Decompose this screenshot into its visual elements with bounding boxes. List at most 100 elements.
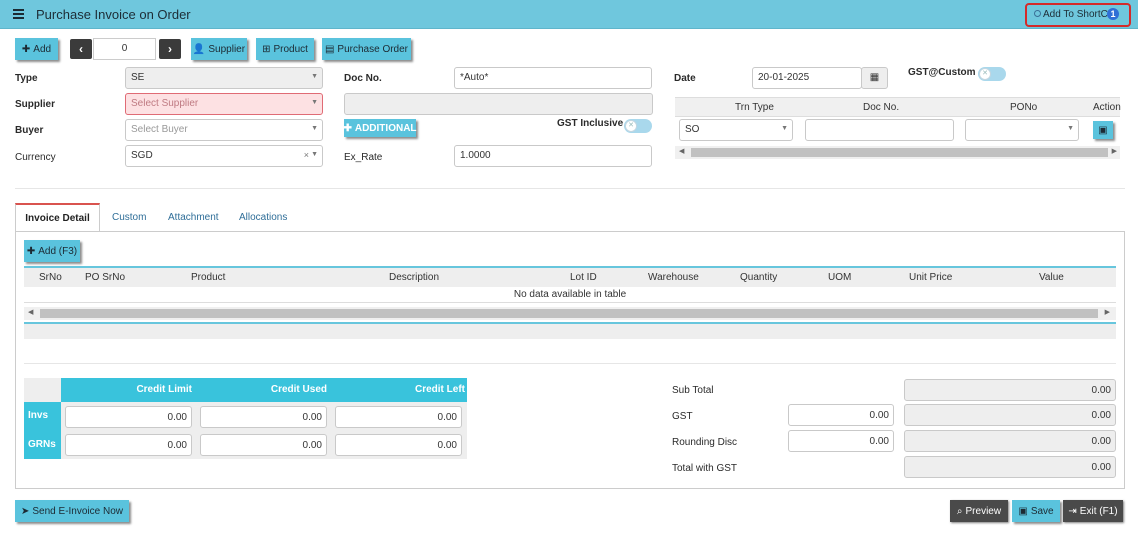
floppy-disk-icon: ▣ (1098, 124, 1108, 136)
sub-total-label: Sub Total (672, 385, 714, 396)
col-trn-type: Trn Type (735, 102, 774, 113)
scroll-right-icon[interactable]: ▶ (1112, 147, 1117, 155)
type-label: Type (15, 73, 38, 84)
col-value: Value (1039, 272, 1064, 283)
exit-button[interactable]: ⇥ Exit (F1) (1063, 500, 1123, 522)
product-button-label: Product (273, 43, 308, 55)
tab-allocations[interactable]: Allocations (239, 203, 287, 232)
add-detail-button[interactable]: ✚ Add (F3) (24, 240, 80, 262)
currency-label: Currency (15, 152, 56, 163)
send-einvoice-button[interactable]: ➤ Send E-Invoice Now (15, 500, 129, 522)
invs-credit-left[interactable]: 0.00 (335, 406, 462, 428)
purchase-order-button[interactable]: ▤ Purchase Order (322, 38, 411, 60)
currency-select[interactable]: SGD × ▼ (125, 145, 323, 167)
buyer-label: Buyer (15, 125, 44, 136)
floppy-disk-icon: ▣ (1018, 505, 1028, 517)
supplier-button[interactable]: 👤 Supplier (191, 38, 247, 60)
previous-record-button[interactable]: ‹ (70, 39, 92, 59)
type-select[interactable]: SE ▼ (125, 67, 323, 89)
col-warehouse: Warehouse (648, 272, 699, 283)
doc-no-label: Doc No. (344, 73, 382, 84)
pono-select[interactable]: ▼ (965, 119, 1079, 141)
hamburger-menu-icon[interactable] (13, 9, 24, 19)
add-to-shortcut-button[interactable]: Add To ShortCut 1 (1025, 3, 1131, 27)
sub-total-value: 0.00 (904, 379, 1116, 401)
credit-limit-header: Credit Limit (61, 378, 194, 402)
detail-table-footer (24, 322, 1116, 339)
grns-credit-limit[interactable]: 0.00 (65, 434, 192, 456)
credit-left-header: Credit Left (329, 378, 467, 402)
gst-custom-toggle[interactable]: ✕ (978, 67, 1006, 81)
credit-corner (24, 378, 61, 402)
invs-credit-limit[interactable]: 0.00 (65, 406, 192, 428)
supplier-info-field (344, 93, 653, 115)
supplier-placeholder: Select Supplier (131, 98, 199, 109)
detail-table-scrollbar[interactable]: ◀ ▶ (24, 307, 1116, 320)
total-with-gst-label: Total with GST (672, 463, 738, 474)
rounding-disc-input[interactable]: 0.00 (788, 430, 894, 452)
col-product: Product (191, 272, 226, 283)
grns-credit-left[interactable]: 0.00 (335, 434, 462, 456)
gst-label: GST (672, 411, 693, 422)
chevron-down-icon: ▼ (1067, 125, 1074, 132)
title-bar: Purchase Invoice on Order Add To ShortCu… (0, 0, 1138, 29)
add-button[interactable]: ✚ Add (15, 38, 58, 60)
tab-attachment[interactable]: Attachment (168, 203, 219, 232)
close-icon: ✕ (979, 68, 991, 80)
sign-out-icon: ⇥ (1068, 505, 1077, 517)
plus-icon: ✚ (343, 122, 352, 134)
gst-input[interactable]: 0.00 (788, 404, 894, 426)
plus-icon: ✚ (26, 245, 36, 257)
scroll-left-icon[interactable]: ◀ (28, 308, 33, 316)
preview-label: Preview (965, 505, 1002, 517)
buyer-select[interactable]: Select Buyer ▼ (125, 119, 323, 141)
chevron-down-icon: ▼ (311, 125, 318, 132)
col-doc-no: Doc No. (863, 102, 900, 113)
trn-type-value: SO (685, 124, 700, 135)
ref-doc-no-input[interactable] (805, 119, 954, 141)
save-button[interactable]: ▣ Save (1012, 500, 1060, 522)
col-pono: PONo (1010, 102, 1038, 113)
supplier-label: Supplier (15, 99, 56, 110)
user-icon: 👤 (192, 43, 206, 55)
grns-credit-used[interactable]: 0.00 (200, 434, 327, 456)
calendar-icon: ▦ (869, 72, 880, 83)
gst-inclusive-toggle[interactable]: ✕ (624, 119, 652, 133)
save-row-button[interactable]: ▣ (1093, 121, 1113, 139)
clear-icon[interactable]: × (304, 150, 309, 160)
scroll-right-icon[interactable]: ▶ (1105, 308, 1110, 316)
tab-invoice-detail[interactable]: Invoice Detail (15, 203, 100, 232)
tab-custom[interactable]: Custom (112, 203, 146, 232)
calendar-button[interactable]: ▦ (861, 67, 888, 89)
col-uom: UOM (828, 272, 852, 283)
record-number-input[interactable]: 0 (93, 38, 156, 60)
doc-no-input[interactable]: *Auto* (454, 67, 652, 89)
section-divider (15, 188, 1125, 189)
ex-rate-input[interactable]: 1.0000 (454, 145, 652, 167)
chevron-down-icon: ▼ (311, 73, 318, 80)
additional-button[interactable]: ✚ ADDITIONAL (343, 119, 417, 137)
scroll-left-icon[interactable]: ◀ (679, 147, 684, 155)
additional-button-label: ADDITIONAL (354, 122, 417, 134)
page-title: Purchase Invoice on Order (36, 7, 191, 22)
search-icon: ⌕ (956, 505, 963, 517)
scroll-thumb[interactable] (691, 148, 1108, 157)
date-label: Date (674, 73, 696, 84)
close-icon: ✕ (625, 120, 637, 132)
date-input[interactable]: 20-01-2025 (752, 67, 862, 89)
add-to-shortcut-label: Add To ShortCut (1043, 9, 1117, 20)
reference-grid-header: Trn Type Doc No. PONo Action (675, 97, 1121, 117)
pin-icon (1034, 10, 1041, 17)
col-unit-price: Unit Price (909, 272, 953, 283)
invs-credit-used[interactable]: 0.00 (200, 406, 327, 428)
trn-type-select[interactable]: SO ▼ (679, 119, 793, 141)
next-record-button[interactable]: › (159, 39, 181, 59)
plus-icon: ✚ (21, 43, 31, 55)
product-button[interactable]: ⊞ Product (256, 38, 314, 60)
rounding-disc-label: Rounding Disc (672, 437, 738, 448)
supplier-select[interactable]: Select Supplier ▼ (125, 93, 323, 115)
chevron-right-icon: › (168, 42, 172, 56)
preview-button[interactable]: ⌕ Preview (950, 500, 1008, 522)
scroll-thumb[interactable] (40, 309, 1098, 318)
reference-grid-scrollbar[interactable]: ◀ ▶ (675, 146, 1120, 159)
